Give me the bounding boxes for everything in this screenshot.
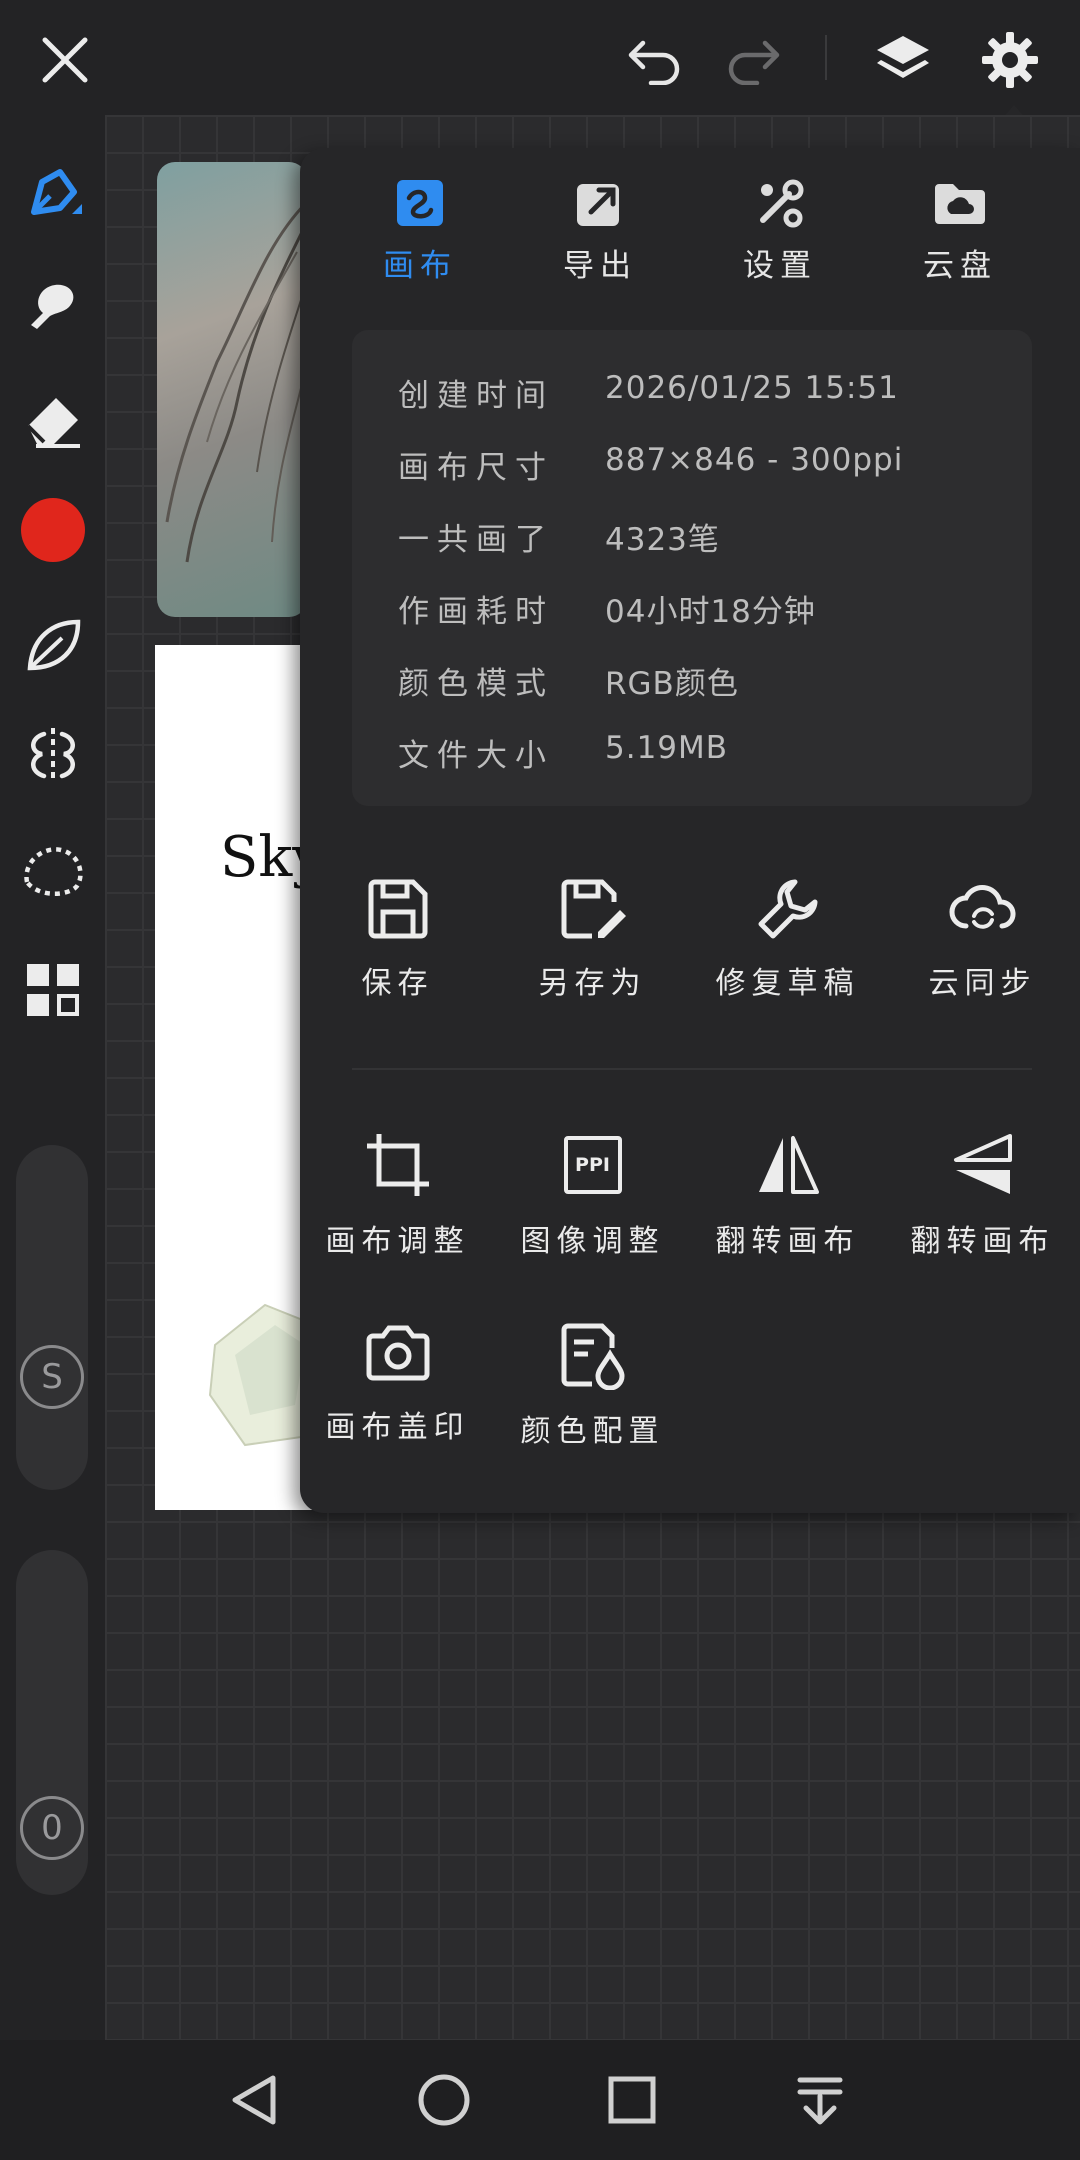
action-label: 另存为 [538, 966, 647, 1001]
color-profile-button[interactable]: 颜色配置 [495, 1320, 690, 1450]
info-row: 文件大小 5.19MB [398, 730, 729, 774]
artwork-thumbnail[interactable] [157, 162, 307, 617]
artwork-page[interactable]: Sky [155, 645, 315, 1510]
action-label: 颜色配置 [520, 1414, 665, 1449]
tab-label: 设置 [743, 248, 817, 284]
cloud-sync-icon [885, 876, 1080, 942]
canvas-stamp-button[interactable]: 画布盖印 [300, 1320, 495, 1446]
lasso-icon[interactable] [0, 830, 105, 910]
system-nav-bar [0, 2040, 1080, 2160]
cloud-folder-icon [870, 178, 1050, 228]
camera-icon [300, 1320, 495, 1386]
export-icon [510, 178, 690, 228]
tab-label: 云盘 [923, 248, 997, 284]
tab-settings[interactable]: 设置 [690, 178, 870, 285]
action-label: 翻转画布 [910, 1224, 1055, 1259]
recents-icon[interactable] [592, 2060, 672, 2140]
action-label: 修复草稿 [715, 966, 860, 1001]
ppi-icon: PPI [495, 1130, 690, 1200]
info-row: 作画耗时 04小时18分钟 [398, 594, 816, 630]
eraser-icon[interactable] [0, 380, 105, 460]
tab-label: 画布 [383, 248, 457, 284]
opacity-handle[interactable]: 0 [20, 1796, 84, 1860]
notification-pull-icon[interactable] [780, 2060, 860, 2140]
action-label: 画布盖印 [325, 1410, 470, 1445]
cloud-sync-button[interactable]: 云同步 [885, 876, 1080, 1002]
brush-size-slider[interactable]: S [16, 1145, 88, 1490]
action-label: 图像调整 [520, 1224, 665, 1259]
flip-canvas-vertical-button[interactable]: 翻转画布 [885, 1130, 1080, 1260]
opacity-slider[interactable]: 0 [16, 1550, 88, 1895]
action-label: 保存 [361, 966, 434, 1001]
save-icon [300, 876, 495, 942]
symmetry-icon[interactable] [0, 715, 105, 795]
action-label: 云同步 [928, 966, 1037, 1001]
gear-icon[interactable] [975, 25, 1045, 95]
info-row: 一共画了 4323笔 [398, 522, 720, 558]
info-row: 颜色模式 RGB颜色 [398, 666, 739, 702]
save-as-icon [495, 876, 690, 942]
redo-icon[interactable] [718, 30, 788, 90]
close-icon[interactable] [30, 25, 100, 95]
tab-export[interactable]: 导出 [510, 178, 690, 285]
top-bar [0, 0, 1080, 121]
flip-horizontal-icon [690, 1130, 885, 1200]
crop-icon [300, 1130, 495, 1200]
pen-icon[interactable] [0, 155, 105, 235]
undo-icon[interactable] [620, 30, 690, 90]
brush-size-label: S [41, 1357, 63, 1397]
home-icon[interactable] [404, 2060, 484, 2140]
info-row: 画布尺寸 887×846 - 300ppi [398, 442, 904, 486]
tools-icon [690, 178, 870, 228]
canvas-info-card: 创建时间 2026/01/25 15:51 画布尺寸 887×846 - 300pp… [352, 330, 1032, 806]
toolbar-divider [825, 35, 827, 80]
left-toolbar: S 0 [0, 115, 105, 2040]
action-label: 翻转画布 [715, 1224, 860, 1259]
info-row: 创建时间 2026/01/25 15:51 [398, 370, 899, 414]
grid-apps-icon[interactable] [0, 950, 105, 1030]
canvas-icon [330, 178, 510, 228]
color-swatch[interactable] [0, 490, 105, 570]
leaf-icon[interactable] [0, 605, 105, 685]
color-profile-icon [495, 1320, 690, 1390]
back-icon[interactable] [215, 2060, 295, 2140]
action-label: 画布调整 [325, 1224, 470, 1259]
save-button[interactable]: 保存 [300, 876, 495, 1002]
smudge-icon[interactable] [0, 265, 105, 345]
flip-canvas-horizontal-button[interactable]: 翻转画布 [690, 1130, 885, 1260]
repair-draft-button[interactable]: 修复草稿 [690, 876, 885, 1002]
brush-size-handle[interactable]: S [20, 1345, 84, 1409]
image-adjust-button[interactable]: PPI 图像调整 [495, 1130, 690, 1260]
save-as-button[interactable]: 另存为 [495, 876, 690, 1002]
canvas-adjust-button[interactable]: 画布调整 [300, 1130, 495, 1260]
layers-icon[interactable] [868, 25, 938, 95]
section-divider [352, 1068, 1032, 1070]
tab-canvas[interactable]: 画布 [330, 178, 510, 285]
wrench-icon [690, 876, 885, 942]
canvas-menu-panel: 画布 导出 设置 云盘 创建时间 2026/01/25 15:51 画布尺寸 887… [300, 148, 1080, 1513]
tab-cloud-drive[interactable]: 云盘 [870, 178, 1050, 285]
opacity-label: 0 [41, 1808, 63, 1848]
tab-label: 导出 [563, 248, 637, 284]
flip-vertical-icon [885, 1130, 1080, 1200]
